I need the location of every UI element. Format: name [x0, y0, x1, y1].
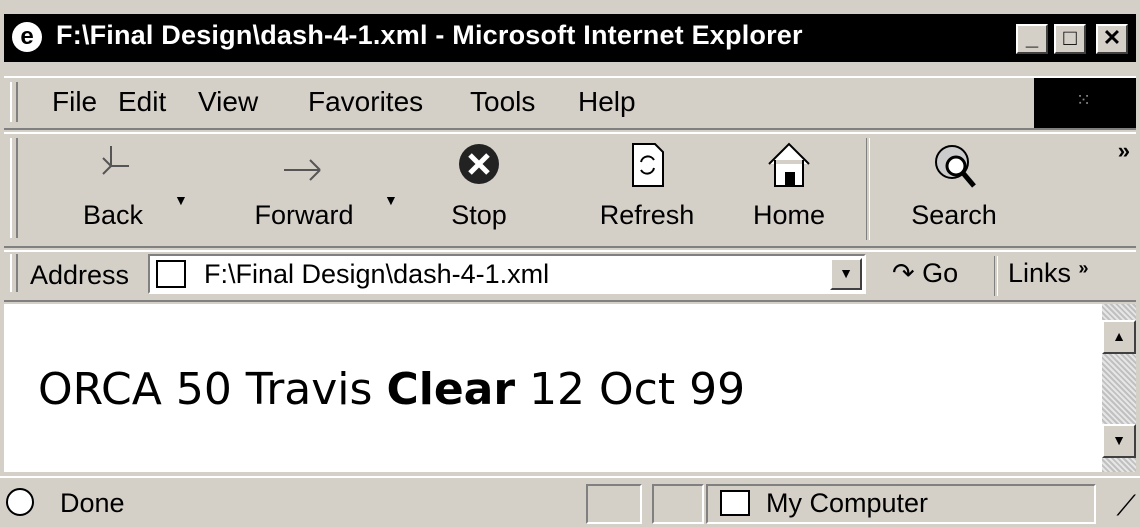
- scroll-down-button[interactable]: ▼: [1102, 424, 1136, 458]
- links-more-chevron[interactable]: »: [1079, 258, 1089, 278]
- scroll-up-button[interactable]: ▲: [1102, 320, 1136, 354]
- zone-panel: My Computer: [706, 484, 1096, 524]
- status-panel-2: [652, 484, 704, 524]
- resize-grip-icon[interactable]: ⟋: [1116, 490, 1136, 523]
- menu-favorites[interactable]: Favorites: [308, 86, 423, 118]
- minimize-button[interactable]: _: [1016, 24, 1048, 54]
- home-icon: [768, 142, 810, 187]
- menu-bar: File Edit View Favorites Tools Help ⁙: [4, 76, 1136, 130]
- page-content: ORCA 50 Travis Clear 12 Oct 99: [4, 304, 1102, 472]
- home-button[interactable]: Home: [734, 140, 844, 240]
- stop-button[interactable]: Stop: [434, 140, 524, 240]
- status-panel-1: [586, 484, 642, 524]
- stop-icon: [459, 144, 499, 184]
- status-line: ORCA 50 Travis Clear 12 Oct 99: [38, 364, 745, 415]
- links-separator: [994, 256, 998, 296]
- page-icon: [156, 260, 186, 288]
- menu-tools[interactable]: Tools: [470, 86, 535, 118]
- address-input[interactable]: F:\Final Design\dash-4-1.xml ▼: [148, 254, 866, 294]
- back-dropdown-icon[interactable]: ▼: [174, 192, 188, 208]
- address-label: Address: [30, 260, 130, 290]
- address-grip[interactable]: [10, 254, 18, 292]
- browser-window: e F:\Final Design\dash-4-1.xml - Microso…: [0, 0, 1140, 527]
- menu-edit[interactable]: Edit: [118, 86, 166, 118]
- vertical-scrollbar[interactable]: ▲ ▼: [1102, 304, 1136, 472]
- go-arrow-icon: ↷: [892, 258, 915, 288]
- links-button[interactable]: Links »: [1008, 258, 1089, 289]
- menu-view[interactable]: View: [198, 86, 258, 118]
- content-prefix: ORCA 50 Travis: [38, 364, 373, 415]
- status-bar: Done My Computer ⟋: [0, 476, 1140, 527]
- back-label: Back: [82, 200, 144, 230]
- ie-logo-icon: e: [12, 22, 42, 52]
- window-title: F:\Final Design\dash-4-1.xml - Microsoft…: [56, 20, 803, 50]
- menu-file[interactable]: File: [52, 86, 97, 118]
- home-label: Home: [752, 200, 826, 230]
- address-bar: Address F:\Final Design\dash-4-1.xml ▼ ↷…: [4, 250, 1136, 302]
- forward-arrow-icon: [284, 159, 321, 181]
- toolbar-separator: [866, 138, 870, 240]
- toolbar-more-chevron[interactable]: »: [1118, 138, 1130, 164]
- address-dropdown-button[interactable]: ▼: [830, 258, 862, 290]
- refresh-icon: [632, 143, 664, 187]
- status-text: Done: [60, 488, 125, 518]
- links-label: Links: [1008, 258, 1072, 288]
- title-bar[interactable]: e F:\Final Design\dash-4-1.xml - Microso…: [4, 14, 1136, 62]
- go-button[interactable]: ↷ Go: [892, 258, 958, 289]
- search-icon: [935, 145, 976, 188]
- refresh-button[interactable]: Refresh: [572, 140, 722, 240]
- close-button[interactable]: ✕: [1096, 24, 1128, 54]
- maximize-button[interactable]: □: [1054, 24, 1086, 54]
- content-status: Clear: [386, 364, 516, 415]
- zone-label: My Computer: [766, 488, 929, 518]
- toolbar-grip[interactable]: [10, 138, 18, 238]
- address-value[interactable]: F:\Final Design\dash-4-1.xml: [204, 259, 549, 290]
- windows-logo: ⁙: [1034, 78, 1136, 128]
- search-label: Search: [911, 200, 997, 230]
- forward-label: Forward: [254, 200, 354, 230]
- back-button[interactable]: Back: [58, 140, 168, 240]
- forward-dropdown-icon[interactable]: ▼: [384, 192, 398, 208]
- standard-toolbar: Back ▼ Forward ▼ Stop Refresh Home Searc…: [4, 132, 1136, 248]
- back-arrow-icon: [102, 146, 129, 175]
- forward-button[interactable]: Forward: [234, 140, 374, 240]
- search-button[interactable]: Search: [894, 140, 1014, 240]
- page-status-icon: [6, 488, 34, 516]
- content-date: 12 Oct 99: [529, 364, 746, 415]
- menu-grip[interactable]: [10, 82, 18, 122]
- go-label: Go: [922, 258, 959, 288]
- menu-help[interactable]: Help: [578, 86, 636, 118]
- computer-icon: [720, 490, 750, 516]
- refresh-label: Refresh: [599, 200, 695, 230]
- windows-flag-icon: ⁙: [1076, 90, 1092, 110]
- stop-label: Stop: [451, 200, 507, 230]
